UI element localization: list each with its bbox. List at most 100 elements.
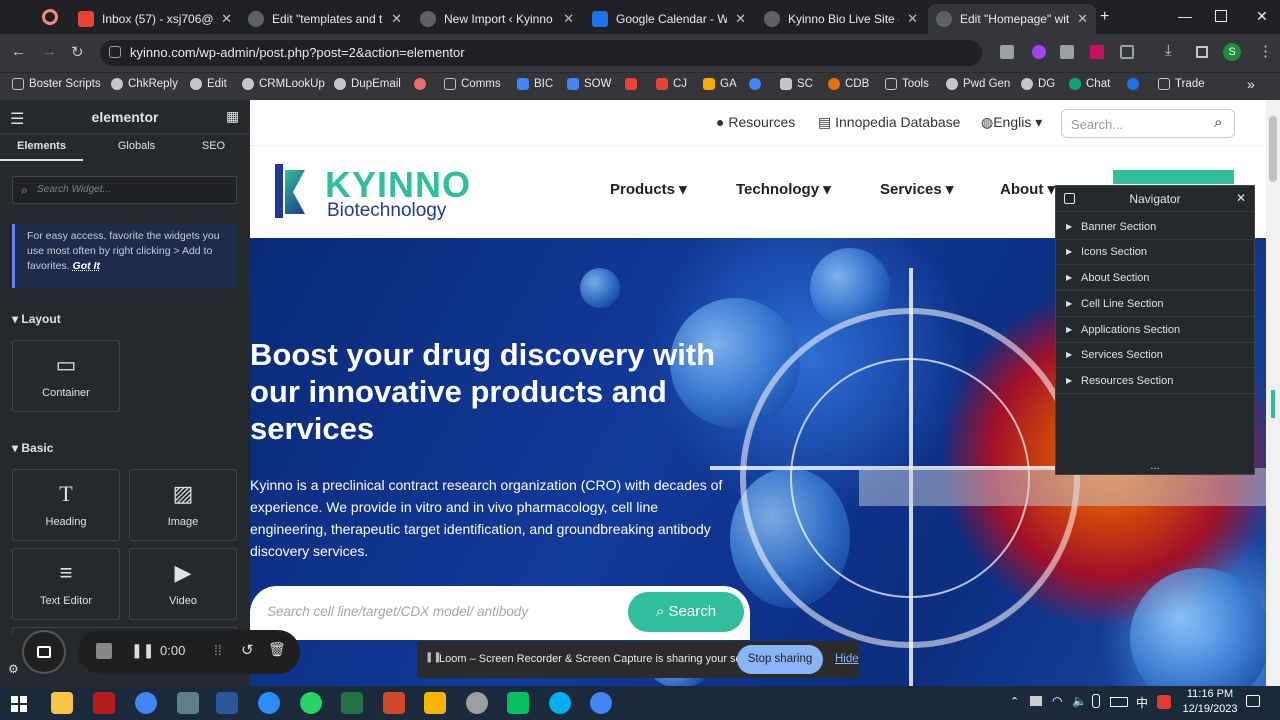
menu-products[interactable]: Products ▾ bbox=[610, 180, 687, 198]
extension-icon[interactable] bbox=[1090, 45, 1104, 59]
navigator-item[interactable]: ▶ Icons Section bbox=[1056, 240, 1254, 265]
caret-right-icon[interactable]: ▶ bbox=[1066, 215, 1072, 239]
forward-icon[interactable]: → bbox=[42, 43, 57, 60]
bookmark-trade[interactable]: Trade bbox=[1158, 78, 1205, 90]
tab-edit-homepage[interactable]: Edit "Homepage" with E✕ bbox=[928, 4, 1096, 34]
skype-icon[interactable] bbox=[549, 692, 571, 714]
tray-overflow-icon[interactable]: ⌃ bbox=[1010, 695, 1019, 708]
menu-services[interactable]: Services ▾ bbox=[880, 180, 953, 198]
extension-icon[interactable] bbox=[1000, 45, 1014, 59]
network-app-icon[interactable] bbox=[177, 692, 199, 714]
close-tab-icon[interactable]: ✕ bbox=[391, 11, 402, 27]
bookmark-boster-scripts[interactable]: Boster Scripts bbox=[12, 78, 101, 90]
wechat-icon[interactable] bbox=[507, 692, 529, 714]
heading-widget[interactable]: T Heading bbox=[12, 469, 120, 541]
zoom-icon[interactable] bbox=[258, 692, 280, 714]
navigator-item[interactable]: ▶ Banner Section bbox=[1056, 215, 1254, 240]
bookmark-ga[interactable]: GA bbox=[703, 78, 737, 90]
bookmark-cdb[interactable]: CDB bbox=[828, 78, 869, 90]
caret-right-icon[interactable]: ▶ bbox=[1066, 266, 1072, 290]
bookmark-chkreply[interactable]: ChkReply bbox=[111, 78, 178, 90]
cta-button[interactable] bbox=[1113, 170, 1234, 184]
extensions-puzzle-icon[interactable] bbox=[1120, 45, 1134, 59]
close-tab-icon[interactable]: ✕ bbox=[907, 11, 918, 27]
powerpoint-icon[interactable] bbox=[383, 692, 405, 714]
bookmark-pwd-gen[interactable]: Pwd Gen bbox=[946, 78, 1010, 90]
tab-google-calendar[interactable]: Google Calendar - Week✕ bbox=[584, 4, 754, 34]
bookmark-ads[interactable] bbox=[749, 78, 761, 90]
whatsapp-icon[interactable] bbox=[300, 692, 322, 714]
tray-icon[interactable] bbox=[1030, 696, 1042, 706]
navigator-item[interactable]: ▶ Resources Section bbox=[1056, 369, 1254, 394]
navigator-item[interactable]: ▶ Applications Section bbox=[1056, 318, 1254, 343]
close-window-icon[interactable]: ✕ bbox=[1256, 8, 1268, 25]
bookmark-tools[interactable]: Tools bbox=[885, 78, 929, 90]
innopedia-link[interactable]: ▤ Innopedia Database bbox=[818, 114, 960, 131]
tab-kyinno-live[interactable]: Kyinno Bio Live Site - Fly✕ bbox=[756, 4, 926, 34]
scrollbar-thumb[interactable] bbox=[1269, 116, 1277, 182]
hero-search-button[interactable]: ⌕ Search bbox=[628, 592, 744, 632]
caret-right-icon[interactable]: ▶ bbox=[1066, 369, 1072, 393]
navigator-header[interactable]: Navigator ✕ bbox=[1056, 186, 1254, 212]
bookmark-sow[interactable]: SOW bbox=[567, 78, 611, 90]
windows-start-icon[interactable] bbox=[11, 696, 27, 712]
page-scrollbar[interactable] bbox=[1266, 100, 1280, 686]
bookmark-crmlookup[interactable]: CRMLookUp bbox=[242, 78, 325, 90]
ime-indicator[interactable]: 中 bbox=[1136, 694, 1148, 711]
bookmark-chat[interactable]: Chat bbox=[1069, 78, 1110, 90]
site-search-input[interactable]: Search... ⌕ bbox=[1061, 109, 1235, 138]
notifications-icon[interactable] bbox=[1246, 695, 1260, 707]
excel-icon[interactable] bbox=[341, 692, 363, 714]
drag-handle-icon[interactable]: ⁞⁞ bbox=[214, 642, 222, 658]
kyinno-logo[interactable]: KYINNO Biotechnology bbox=[275, 162, 470, 221]
basic-category[interactable]: ▾ Basic bbox=[12, 441, 53, 455]
hero-search-bar[interactable]: Search cell line/target/CDX model/ antib… bbox=[250, 586, 750, 640]
profile-avatar[interactable]: S bbox=[1223, 43, 1241, 61]
container-widget[interactable]: ▭ Container bbox=[12, 340, 120, 412]
close-icon[interactable]: ✕ bbox=[1236, 191, 1246, 205]
got-it-link[interactable]: Got It bbox=[73, 260, 100, 272]
stop-icon[interactable] bbox=[96, 643, 112, 659]
site-info-icon[interactable] bbox=[109, 46, 121, 58]
menu-about[interactable]: About ▾ bbox=[1000, 180, 1055, 198]
tab-globals[interactable]: Globals bbox=[95, 135, 178, 161]
keyboard-icon[interactable] bbox=[1110, 697, 1128, 707]
reload-icon[interactable]: ↻ bbox=[71, 43, 84, 61]
maximize-icon[interactable] bbox=[1215, 10, 1227, 22]
wifi-icon[interactable]: ◠ bbox=[1052, 694, 1062, 708]
navigator-item[interactable]: ▶ About Section bbox=[1056, 266, 1254, 291]
video-widget[interactable]: ▶ Video bbox=[129, 548, 237, 620]
close-tab-icon[interactable]: ✕ bbox=[563, 11, 574, 27]
clock-time[interactable]: 11:16 PM bbox=[1185, 688, 1235, 700]
text-editor-widget[interactable]: ≡ Text Editor bbox=[12, 548, 120, 620]
chrome-icon[interactable] bbox=[590, 692, 612, 714]
back-icon[interactable]: ← bbox=[11, 43, 26, 60]
bookmark-asana[interactable] bbox=[414, 78, 426, 90]
tab-new-import[interactable]: New Import ‹ Kyinno Bio✕ bbox=[412, 4, 582, 34]
restart-icon[interactable]: ↺ bbox=[241, 641, 254, 659]
search-icon[interactable]: ⌕ bbox=[1214, 114, 1222, 131]
caret-right-icon[interactable]: ▶ bbox=[1066, 292, 1072, 316]
caret-right-icon[interactable]: ▶ bbox=[1066, 343, 1072, 367]
close-tab-icon[interactable]: ✕ bbox=[735, 11, 746, 27]
chrome-icon[interactable] bbox=[135, 692, 157, 714]
loom-camera-button[interactable] bbox=[22, 630, 66, 674]
close-tab-icon[interactable]: ✕ bbox=[1077, 11, 1088, 27]
file-explorer-icon[interactable] bbox=[51, 692, 73, 714]
sublime-icon[interactable] bbox=[424, 692, 446, 714]
side-panel-icon[interactable] bbox=[1196, 46, 1208, 58]
bookmark-cj[interactable]: CJ bbox=[656, 78, 687, 90]
bookmark-dupemail[interactable]: DupEmail bbox=[334, 78, 401, 90]
clock-date[interactable]: 12/19/2023 bbox=[1180, 703, 1240, 715]
navigator-item[interactable]: ▶ Cell Line Section bbox=[1056, 292, 1254, 317]
tab-elements[interactable]: Elements bbox=[0, 135, 83, 161]
resources-link[interactable]: ● Resources bbox=[716, 114, 795, 130]
stop-sharing-button[interactable]: Stop sharing bbox=[737, 645, 823, 674]
bookmark-blue[interactable] bbox=[1127, 78, 1139, 90]
volume-icon[interactable]: 🔈 bbox=[1072, 694, 1087, 708]
close-tab-icon[interactable]: ✕ bbox=[221, 11, 232, 27]
settings-gear-icon[interactable]: ⚙ bbox=[8, 662, 19, 676]
new-tab-icon[interactable]: + bbox=[1100, 8, 1109, 26]
image-widget[interactable]: ▨ Image bbox=[129, 469, 237, 541]
camera-icon[interactable] bbox=[1060, 45, 1074, 59]
